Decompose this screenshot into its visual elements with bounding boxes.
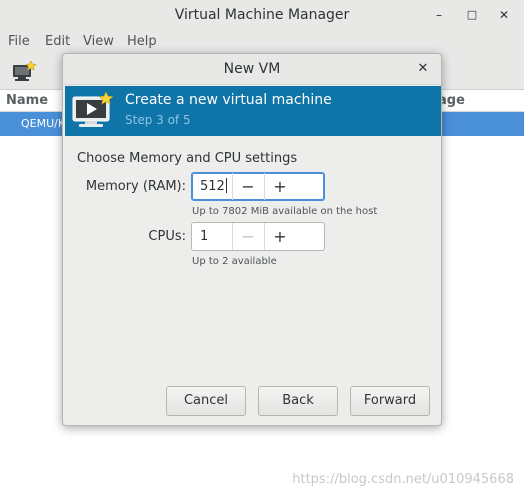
- close-window-button[interactable]: ✕: [492, 0, 516, 30]
- text-caret: [225, 178, 227, 193]
- cpus-increment-button[interactable]: +: [264, 223, 295, 250]
- watermark: https://blog.csdn.net/u010945668: [292, 472, 514, 487]
- memory-input[interactable]: 512: [200, 173, 227, 200]
- cpus-hint: Up to 2 available: [192, 256, 277, 267]
- back-button[interactable]: Back: [258, 386, 338, 416]
- forward-button[interactable]: Forward: [350, 386, 430, 416]
- section-title: Choose Memory and CPU settings: [77, 151, 298, 166]
- memory-stepper[interactable]: 512 − +: [191, 172, 325, 201]
- menu-help[interactable]: Help: [127, 30, 157, 54]
- new-vm-dialog: New VM ✕ Create a new virtual machine St…: [62, 53, 442, 426]
- dialog-title: New VM: [223, 61, 281, 77]
- dialog-titlebar: New VM: [63, 54, 441, 85]
- cancel-button[interactable]: Cancel: [166, 386, 246, 416]
- cpus-value: 1: [200, 229, 209, 244]
- memory-increment-button[interactable]: +: [264, 173, 295, 200]
- memory-value: 512: [200, 179, 225, 194]
- cpus-label: CPUs:: [148, 229, 186, 244]
- menu-file[interactable]: File: [8, 30, 30, 54]
- wizard-banner: Create a new virtual machine Step 3 of 5: [65, 86, 441, 136]
- cpus-decrement-button: −: [232, 223, 263, 250]
- vm-screen-new-icon: [71, 91, 115, 131]
- memory-decrement-button[interactable]: −: [232, 173, 263, 200]
- connection-name: QEMU/K: [21, 117, 66, 130]
- maximize-button[interactable]: □: [460, 0, 484, 30]
- menubar: File Edit View Help: [0, 30, 524, 54]
- memory-hint: Up to 7802 MiB available on the host: [192, 206, 378, 217]
- monitor-new-icon[interactable]: [11, 60, 37, 83]
- minimize-button[interactable]: –: [427, 0, 451, 30]
- banner-title: Create a new virtual machine: [125, 92, 332, 108]
- main-window-title: Virtual Machine Manager: [174, 7, 350, 23]
- menu-view[interactable]: View: [83, 30, 114, 54]
- column-usage[interactable]: age: [438, 90, 465, 112]
- dialog-close-button[interactable]: ✕: [411, 54, 435, 84]
- cpus-stepper[interactable]: 1 − +: [191, 222, 325, 251]
- column-name[interactable]: Name: [6, 90, 48, 112]
- cpus-input[interactable]: 1: [200, 223, 208, 250]
- banner-step: Step 3 of 5: [125, 113, 191, 127]
- menu-edit[interactable]: Edit: [45, 30, 70, 54]
- memory-label: Memory (RAM):: [85, 179, 186, 194]
